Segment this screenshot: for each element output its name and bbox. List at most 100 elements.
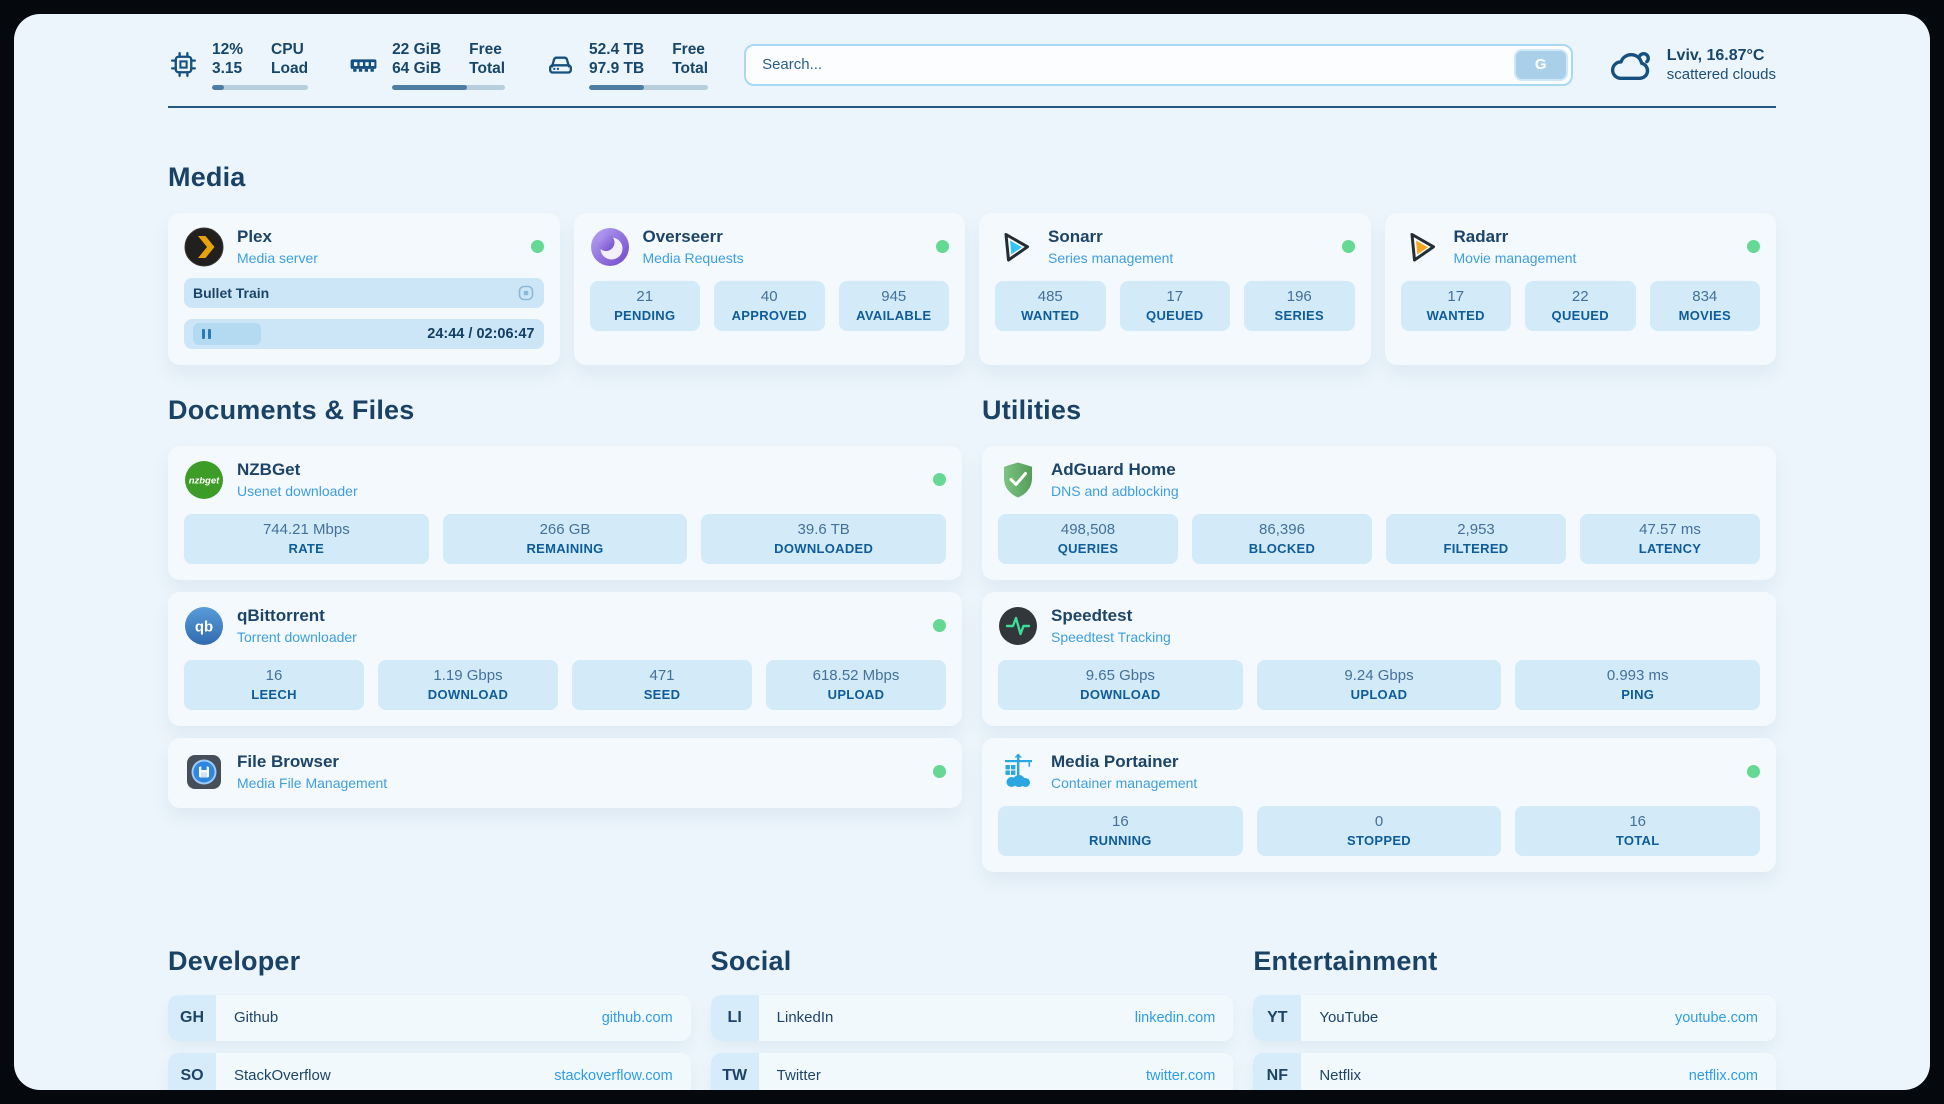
entertainment-column: Entertainment YT YouTube youtube.com NF … bbox=[1253, 946, 1776, 1090]
now-playing-row: Bullet Train bbox=[184, 278, 544, 308]
memory-stat: 22 GiB Free 64 GiB Total bbox=[348, 40, 505, 90]
app-subtitle: Series management bbox=[1048, 250, 1173, 266]
disk-progress-bar bbox=[589, 85, 708, 90]
speedtest-icon bbox=[998, 606, 1038, 646]
cpu-progress-bar bbox=[212, 85, 308, 90]
app-subtitle: Usenet downloader bbox=[237, 483, 358, 499]
memory-progress-bar bbox=[392, 85, 505, 90]
cpu-stat: 12% CPU 3.15 Load bbox=[168, 40, 308, 90]
service-card-overseerr[interactable]: Overseerr Media Requests 21 PENDING 40 A… bbox=[574, 213, 966, 365]
service-card-adguard[interactable]: AdGuard Home DNS and adblocking 498,508 … bbox=[982, 446, 1776, 580]
service-card-sonarr[interactable]: Sonarr Series management 485 WANTED 17 Q… bbox=[979, 213, 1371, 365]
social-column: Social LI LinkedIn linkedin.com TW Twitt… bbox=[711, 946, 1234, 1090]
service-card-radarr[interactable]: Radarr Movie management 17 WANTED 22 QUE… bbox=[1385, 213, 1777, 365]
memory-icon bbox=[348, 49, 379, 80]
section-title-documents: Documents & Files bbox=[168, 395, 962, 426]
service-card-portainer[interactable]: Media Portainer Container management 16 … bbox=[982, 738, 1776, 872]
disk-free: 52.4 TB bbox=[589, 40, 644, 59]
search-input[interactable] bbox=[744, 44, 1573, 86]
link-badge: YT bbox=[1253, 995, 1301, 1041]
stat-tile-download: 1.19 Gbps DOWNLOAD bbox=[378, 660, 558, 710]
app-name: qBittorrent bbox=[237, 606, 357, 626]
app-name: NZBGet bbox=[237, 460, 358, 480]
search-engine-button[interactable]: G bbox=[1514, 49, 1568, 81]
stat-tile-downloaded: 39.6 TB DOWNLOADED bbox=[701, 514, 946, 564]
svg-text:nzbget: nzbget bbox=[189, 475, 220, 486]
adguard-icon bbox=[998, 460, 1038, 500]
app-name: Radarr bbox=[1454, 227, 1577, 247]
app-name: AdGuard Home bbox=[1051, 460, 1179, 480]
status-dot bbox=[933, 765, 946, 778]
app-subtitle: Media Requests bbox=[643, 250, 744, 266]
link-badge: GH bbox=[168, 995, 216, 1041]
status-dot bbox=[531, 240, 544, 253]
section-title-entertainment: Entertainment bbox=[1253, 946, 1776, 977]
app-name: Overseerr bbox=[643, 227, 744, 247]
filebrowser-icon bbox=[184, 752, 224, 792]
cpu-icon bbox=[168, 49, 199, 80]
link-url: twitter.com bbox=[1146, 1068, 1215, 1084]
nzbget-icon: nzbget bbox=[184, 460, 224, 500]
playback-progress-row: 24:44 / 02:06:47 bbox=[184, 319, 544, 349]
status-dot bbox=[936, 240, 949, 253]
service-card-plex[interactable]: Plex Media server Bullet Train bbox=[168, 213, 560, 365]
stat-tile-pending: 21 PENDING bbox=[590, 281, 701, 331]
sonarr-icon bbox=[995, 227, 1035, 267]
stat-tile-queries: 498,508 QUERIES bbox=[998, 514, 1178, 564]
app-name: Sonarr bbox=[1048, 227, 1173, 247]
service-card-filebrowser[interactable]: File Browser Media File Management bbox=[168, 738, 962, 808]
app-name: File Browser bbox=[237, 752, 387, 772]
link-badge: SO bbox=[168, 1053, 216, 1090]
status-dot bbox=[1747, 240, 1760, 253]
link-row-stackoverflow[interactable]: SO StackOverflow stackoverflow.com bbox=[168, 1053, 691, 1090]
section-title-social: Social bbox=[711, 946, 1234, 977]
section-title-media: Media bbox=[168, 162, 1776, 193]
utilities-column: Utilities AdGuard Home bbox=[982, 395, 1776, 884]
stat-tile-filtered: 2,953 FILTERED bbox=[1386, 514, 1566, 564]
link-url: linkedin.com bbox=[1135, 1010, 1216, 1026]
dashboard-page: 12% CPU 3.15 Load bbox=[14, 14, 1930, 1090]
link-row-github[interactable]: GH Github github.com bbox=[168, 995, 691, 1041]
link-url: github.com bbox=[602, 1010, 673, 1026]
memory-label-2: Total bbox=[469, 59, 505, 78]
plex-icon bbox=[184, 227, 224, 267]
portainer-icon bbox=[998, 752, 1038, 792]
stat-tile-blocked: 86,396 BLOCKED bbox=[1192, 514, 1372, 564]
stat-tile-ping: 0.993 ms PING bbox=[1515, 660, 1760, 710]
stat-tile-approved: 40 APPROVED bbox=[714, 281, 825, 331]
service-card-speedtest[interactable]: Speedtest Speedtest Tracking 9.65 Gbps D… bbox=[982, 592, 1776, 726]
service-card-qbittorrent[interactable]: qb qBittorrent Torrent downloader 16 LEE… bbox=[168, 592, 962, 726]
service-card-nzbget[interactable]: nzbget NZBGet Usenet downloader 744.21 M… bbox=[168, 446, 962, 580]
cpu-loadavg: 3.15 bbox=[212, 59, 243, 78]
app-subtitle: Torrent downloader bbox=[237, 629, 357, 645]
link-name: YouTube bbox=[1319, 1009, 1378, 1026]
stat-tile-download: 9.65 Gbps DOWNLOAD bbox=[998, 660, 1243, 710]
link-row-youtube[interactable]: YT YouTube youtube.com bbox=[1253, 995, 1776, 1041]
link-row-linkedin[interactable]: LI LinkedIn linkedin.com bbox=[711, 995, 1234, 1041]
stat-tile-upload: 618.52 Mbps UPLOAD bbox=[766, 660, 946, 710]
app-name: Speedtest bbox=[1051, 606, 1171, 626]
app-subtitle: Movie management bbox=[1454, 250, 1577, 266]
weather-widget: Lviv, 16.87°C scattered clouds bbox=[1609, 45, 1776, 85]
cpu-percent: 12% bbox=[212, 40, 243, 59]
disk-label-1: Free bbox=[672, 40, 708, 59]
documents-column: Documents & Files nzbget NZBGet Usenet d… bbox=[168, 395, 962, 820]
link-url: netflix.com bbox=[1689, 1068, 1758, 1084]
developer-column: Developer GH Github github.com SO StackO… bbox=[168, 946, 691, 1090]
stat-tile-seed: 471 SEED bbox=[572, 660, 752, 710]
app-subtitle: Speedtest Tracking bbox=[1051, 629, 1171, 645]
link-row-twitter[interactable]: TW Twitter twitter.com bbox=[711, 1053, 1234, 1090]
playback-elapsed-chip bbox=[193, 323, 261, 345]
stat-tile-upload: 9.24 Gbps UPLOAD bbox=[1257, 660, 1502, 710]
link-name: LinkedIn bbox=[777, 1009, 834, 1026]
status-dot bbox=[1342, 240, 1355, 253]
link-row-netflix[interactable]: NF Netflix netflix.com bbox=[1253, 1053, 1776, 1090]
status-dot bbox=[933, 619, 946, 632]
app-name: Plex bbox=[237, 227, 318, 247]
overseerr-icon bbox=[590, 227, 630, 267]
playback-time: 24:44 / 02:06:47 bbox=[427, 326, 534, 342]
link-name: Github bbox=[234, 1009, 278, 1026]
pause-icon bbox=[208, 329, 211, 339]
session-stop-icon[interactable] bbox=[517, 284, 535, 302]
memory-free: 22 GiB bbox=[392, 40, 441, 59]
